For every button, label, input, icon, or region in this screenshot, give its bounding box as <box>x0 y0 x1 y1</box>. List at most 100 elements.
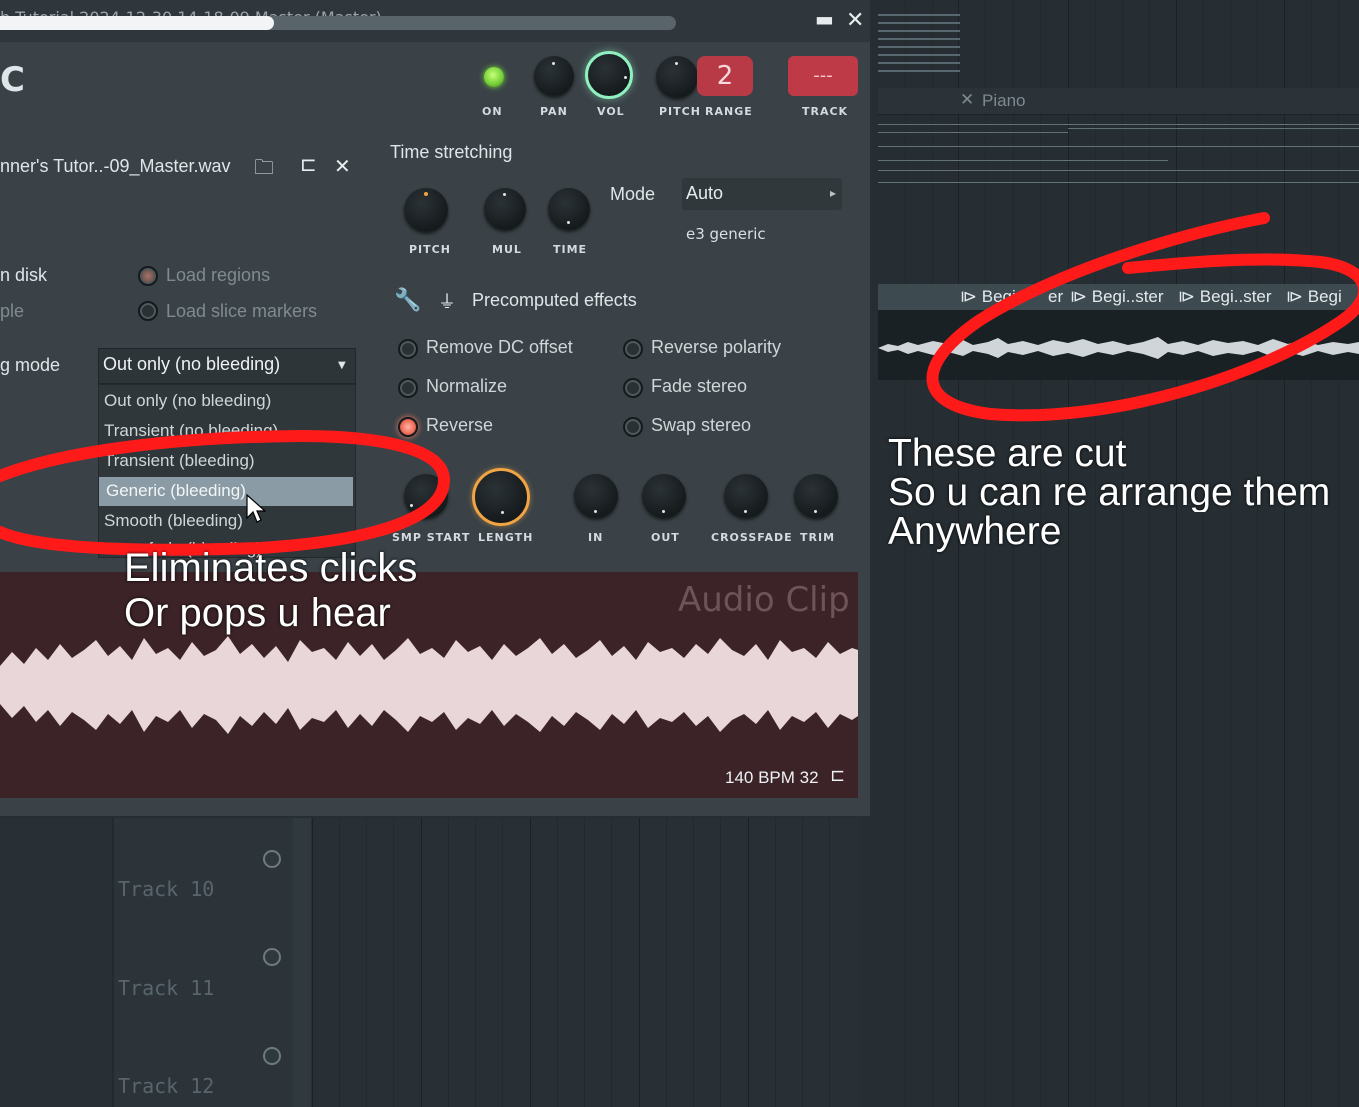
mode-label: Mode <box>610 184 656 204</box>
audio-clip-title: Audio Clip <box>678 580 850 620</box>
chevron-down-icon: ▼ <box>338 360 346 371</box>
load-regions-radio[interactable] <box>138 266 158 286</box>
dropdown-option[interactable]: Out only (no bleeding) <box>104 391 271 411</box>
on-toggle[interactable] <box>484 67 504 87</box>
stretch-time-label: TIME <box>553 243 588 256</box>
reverse-polarity-radio[interactable] <box>623 339 643 359</box>
track-mute-button[interactable] <box>263 1047 281 1065</box>
on-label: ON <box>482 105 503 118</box>
mixer-track-selector[interactable]: --- <box>788 56 858 96</box>
fade-stereo-radio[interactable] <box>623 378 643 398</box>
clip-bpm: 140 BPM 32 <box>725 768 819 787</box>
in-knob[interactable] <box>574 474 618 518</box>
track-label: TRACK <box>802 105 849 118</box>
pitch-label: PITCH <box>659 105 701 118</box>
mouse-cursor-icon <box>246 494 266 523</box>
load-slice-markers-radio[interactable] <box>138 301 158 321</box>
folder-icon[interactable]: 🗀 <box>254 153 274 187</box>
tree-icon[interactable]: ⊏ <box>300 152 317 176</box>
stretch-pitch-knob[interactable] <box>404 188 448 232</box>
stretch-time-knob[interactable] <box>548 188 590 230</box>
stretch-mode-sub: e3 generic <box>686 225 766 243</box>
track-grid[interactable] <box>312 818 860 1107</box>
volume-knob[interactable] <box>585 51 633 99</box>
remove-dc-offset-label: Remove DC offset <box>426 337 573 357</box>
precomputed-title: Precomputed effects <box>472 290 637 310</box>
wrench-icon[interactable]: 🔧 <box>394 288 421 313</box>
close-icon[interactable]: ✕ <box>846 8 864 33</box>
annotation-text: Eliminates clicks <box>124 546 418 590</box>
reverse-polarity-label: Reverse polarity <box>651 337 782 357</box>
dropdown-option[interactable]: Transient (bleeding) <box>104 451 255 471</box>
range-label: RANGE <box>705 105 753 118</box>
pitch-knob[interactable] <box>656 56 698 98</box>
track-name[interactable]: Track 12 <box>118 1074 214 1098</box>
fade-stereo-label: Fade stereo <box>651 376 748 396</box>
normalize-label: Normalize <box>426 376 508 396</box>
track-scrollbar[interactable] <box>293 818 311 1107</box>
app-logo: C <box>0 60 25 100</box>
annotation-text: Anywhere <box>888 510 1062 553</box>
trim-knob[interactable] <box>794 474 838 518</box>
smp-start-label: SMP START <box>392 531 471 544</box>
dropdown-option[interactable]: Transient (no bleeding) <box>104 421 278 441</box>
pattern-preview <box>878 14 960 84</box>
sample-filename: nner's Tutor..-09_Master.wav <box>0 156 231 176</box>
reverse-label: Reverse <box>426 415 494 435</box>
remove-dc-offset-radio[interactable] <box>398 339 418 359</box>
pan-label: PAN <box>540 105 568 118</box>
dropdown-option-highlighted[interactable]: Generic (bleeding) <box>106 481 246 501</box>
mic-icon[interactable]: ⏚ <box>438 288 456 314</box>
minimize-icon[interactable]: ▬ <box>815 7 834 31</box>
declicking-mode-label: g mode <box>0 355 61 375</box>
track-name[interactable]: Track 10 <box>118 877 214 901</box>
close-icon[interactable]: ✕ <box>334 154 351 178</box>
reverse-radio[interactable] <box>398 417 418 437</box>
dropdown-option[interactable]: Smooth (bleeding) <box>104 511 243 531</box>
clip-name[interactable]: ⧐ Begi <box>960 287 1016 307</box>
track-mute-button[interactable] <box>263 948 281 966</box>
stretch-mul-knob[interactable] <box>484 188 526 230</box>
piano-label: Piano <box>982 91 1026 110</box>
resample-label: ple <box>0 301 25 321</box>
load-regions-label: Load regions <box>166 265 271 285</box>
in-label: IN <box>588 531 604 544</box>
declicking-mode-value: Out only (no bleeding) <box>103 354 281 374</box>
out-label: OUT <box>651 531 680 544</box>
annotation-text: Or pops u hear <box>124 591 391 635</box>
clip-name[interactable]: ⧐ Begi..ster <box>1178 287 1272 307</box>
keep-on-disk-label: n disk <box>0 265 48 285</box>
pan-knob[interactable] <box>534 56 574 96</box>
tempo-icon[interactable]: ⊏ <box>830 765 845 786</box>
trim-label: TRIM <box>800 531 836 544</box>
crossfade-knob[interactable] <box>724 474 768 518</box>
load-slice-markers-label: Load slice markers <box>166 301 318 321</box>
track-name[interactable]: Track 11 <box>118 976 214 1000</box>
clip-waveform <box>878 337 1359 359</box>
track-mute-button[interactable] <box>263 850 281 868</box>
length-label: LENGTH <box>478 531 534 544</box>
pitch-range-value[interactable]: 2 <box>697 56 753 96</box>
swap-stereo-label: Swap stereo <box>651 415 752 435</box>
smp-start-knob[interactable] <box>404 474 448 518</box>
stretch-mode-value: Auto <box>686 183 724 203</box>
normalize-radio[interactable] <box>398 378 418 398</box>
time-stretching-title: Time stretching <box>390 142 513 162</box>
title-scrollbar-thumb[interactable] <box>0 16 274 30</box>
clip-name[interactable]: er <box>1048 287 1063 307</box>
crossfade-label: CROSSFADE <box>711 531 793 544</box>
stretch-pitch-label: PITCH <box>409 243 451 256</box>
audio-waveform <box>0 636 858 734</box>
vol-label: VOL <box>597 105 625 118</box>
annotation-text: So u can re arrange them <box>888 473 1331 512</box>
annotation-text: These are cut <box>888 432 1127 475</box>
piano-track-header[interactable] <box>878 88 1359 115</box>
chevron-right-icon: ▸ <box>830 186 837 200</box>
out-knob[interactable] <box>642 474 686 518</box>
swap-stereo-radio[interactable] <box>623 417 643 437</box>
close-icon[interactable]: ✕ <box>960 90 974 110</box>
stretch-mul-label: MUL <box>492 243 522 256</box>
clip-name[interactable]: ⧐ Begi <box>1286 287 1342 307</box>
clip-name[interactable]: ⧐ Begi..ster <box>1070 287 1164 307</box>
length-knob[interactable] <box>472 468 530 526</box>
